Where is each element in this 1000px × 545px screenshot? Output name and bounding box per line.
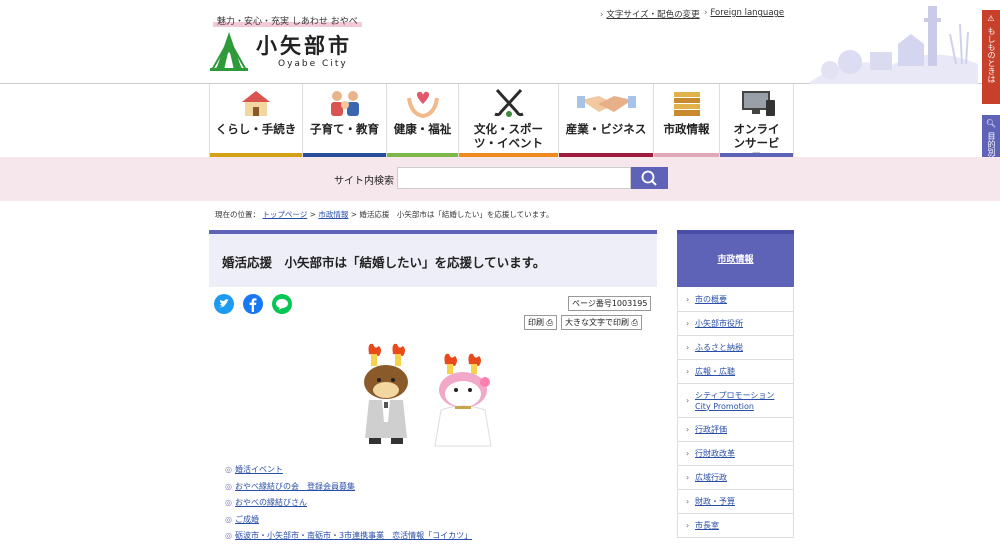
link-enmusubi-association[interactable]: おやべ縁結びの会 登録会員募集 — [235, 482, 355, 491]
bullet-icon: ◎ — [225, 498, 232, 507]
foreign-language-link[interactable]: › Foreign language — [704, 8, 784, 18]
chevron-right-icon: › — [704, 8, 708, 18]
search-icon — [641, 170, 657, 186]
nav-item-business[interactable]: 産業・ビジネス — [558, 84, 653, 157]
nav-label: 文化・スポーツ・イベント — [474, 122, 543, 150]
breadcrumb: 現在の位置： トップページ > 市政情報 > 婚活応援 小矢部市は「結婚したい」… — [215, 209, 553, 220]
line-share-button[interactable] — [272, 294, 292, 314]
emergency-button[interactable]: ⚠ もしものときは — [982, 10, 1000, 104]
sidebar-heading[interactable]: 市政情報 — [677, 230, 794, 287]
related-links-list: ◎ 婚活イベント ◎ おやべ縁結びの会 登録会員募集 ◎ おやべの縁結びさん ◎ ご成婚… — [225, 462, 472, 545]
house-icon — [242, 91, 270, 116]
sidebar-item-admin-reform[interactable]: 行財政改革 — [677, 442, 794, 466]
printer-icon: ⎙ — [631, 318, 638, 327]
breadcrumb-top[interactable]: トップページ — [262, 210, 307, 219]
page-title-box: 婚活応援 小矢部市は「結婚したい」を応援しています。 — [209, 230, 657, 287]
twitter-icon — [219, 299, 229, 308]
chevron-right-icon: › — [600, 10, 604, 20]
bride-mascot — [434, 353, 492, 447]
search-input[interactable] — [397, 167, 631, 189]
warning-icon: ⚠ — [987, 14, 995, 23]
twitter-share-button[interactable] — [214, 294, 234, 314]
list-item: ◎ おやべ縁結びの会 登録会員募集 — [225, 479, 472, 496]
nav-item-childcare[interactable]: 子育て・教育 — [302, 84, 386, 157]
print-large-button[interactable]: 大きな文字で印刷 ⎙ — [561, 315, 642, 330]
documents-icon — [674, 92, 700, 116]
nav-label: 産業・ビジネス — [565, 122, 647, 136]
sidebar-item-city-office[interactable]: 小矢部市役所 — [677, 312, 794, 336]
nav-label: くらし・手続き — [215, 122, 297, 136]
tagline: 魅力・安心・充実 しあわせ おやべ — [213, 14, 362, 27]
text-size-color-link[interactable]: › 文字サイズ・配色の変更 — [600, 8, 700, 20]
breadcrumb-city-info[interactable]: 市政情報 — [318, 210, 348, 219]
page-number: ページ番号1003195 — [568, 296, 652, 311]
logo-text-jp[interactable]: 小矢部市 — [256, 30, 352, 60]
family-icon — [331, 91, 359, 116]
link-marriage-events[interactable]: 婚活イベント — [235, 465, 283, 474]
sidebar-item-city-overview[interactable]: 市の概要 — [677, 288, 794, 312]
bullet-icon: ◎ — [225, 481, 232, 491]
sidebar-item-mayor-office[interactable]: 市長室 — [677, 514, 794, 538]
line-icon — [276, 298, 288, 310]
hockey-sticks-icon — [494, 88, 524, 117]
search-icon: 🔍︎ — [985, 119, 997, 128]
sidebar-item-city-promotion[interactable]: シティプロモーション City Promotion — [677, 384, 794, 418]
list-item: ◎ 砺波市・小矢部市・南砺市・3市連携事業 恋活情報「コイカツ」 — [225, 528, 472, 545]
list-item: ◎ 婚活イベント — [225, 462, 472, 479]
emergency-label: もしものときは — [987, 27, 996, 83]
link-koikatsu[interactable]: 砺波市・小矢部市・南砺市・3市連携事業 恋活情報「コイカツ」 — [235, 531, 472, 540]
link-marriages[interactable]: ご成婚 — [235, 515, 259, 524]
facebook-icon — [249, 298, 257, 312]
print-button[interactable]: 印刷 ⎙ — [524, 315, 557, 330]
page-title: 婚活応援 小矢部市は「結婚したい」を応援しています。 — [222, 255, 546, 270]
sidebar-item-admin-evaluation[interactable]: 行政評価 — [677, 418, 794, 442]
bullet-icon: ◎ — [225, 531, 232, 540]
nav-item-culture[interactable]: 文化・スポーツ・イベント — [458, 84, 558, 157]
city-skyline-illustration — [810, 6, 978, 84]
sidebar-item-regional-admin[interactable]: 広域行政 — [677, 466, 794, 490]
nav-item-city-info[interactable]: 市政情報 — [653, 84, 719, 157]
link-enmusubi-san[interactable]: おやべの縁結びさん — [235, 498, 307, 507]
sidebar-item-furusato-tax[interactable]: ふるさと納税 — [677, 336, 794, 360]
bullet-icon: ◎ — [225, 514, 232, 524]
sidebar-item-public-relations[interactable]: 広報・広聴 — [677, 360, 794, 384]
city-logo-icon[interactable] — [210, 30, 248, 72]
logo-text-en: Oyabe City — [278, 59, 348, 69]
groom-mascot — [364, 343, 408, 444]
breadcrumb-separator: > — [350, 210, 358, 219]
nav-label: 子育て・教育 — [310, 122, 379, 136]
computer-icon — [742, 91, 775, 116]
list-item: ◎ ご成婚 — [225, 512, 472, 529]
search-label: サイト内検索 — [334, 176, 394, 187]
search-button[interactable] — [631, 167, 668, 189]
nav-label: 市政情報 — [663, 122, 710, 136]
breadcrumb-prefix: 現在の位置： — [215, 210, 260, 219]
mascot-couple-illustration — [364, 343, 492, 447]
global-nav: くらし・手続き 子育て・教育 健康・福祉 文化・スポーツ・イベント 産業・ビジネ… — [209, 84, 794, 164]
nav-item-online[interactable]: オンラインサービス — [719, 84, 794, 164]
site-search-band: サイト内検索 — [0, 157, 1000, 201]
facebook-share-button[interactable] — [243, 294, 263, 314]
nav-label: 健康・福祉 — [393, 122, 452, 136]
sidebar: 市政情報 市の概要 小矢部市役所 ふるさと納税 広報・広聴 シティプロモーション… — [677, 230, 794, 538]
printer-icon: ⎙ — [546, 318, 553, 327]
bullet-icon: ◎ — [225, 465, 232, 474]
sidebar-item-finance-budget[interactable]: 財政・予算 — [677, 490, 794, 514]
list-item: ◎ おやべの縁結びさん — [225, 495, 472, 512]
nav-item-health[interactable]: 健康・福祉 — [386, 84, 458, 157]
breadcrumb-separator: > — [309, 210, 316, 219]
heart-hands-icon — [407, 91, 439, 118]
nav-item-living[interactable]: くらし・手続き — [209, 84, 302, 157]
handshake-icon — [577, 96, 636, 112]
breadcrumb-current: 婚活応援 小矢部市は「結婚したい」を応援しています。 — [359, 210, 554, 219]
site-header: 魅力・安心・充実 しあわせ おやべ 小矢部市 Oyabe City › 文字サイズ… — [0, 0, 1000, 84]
